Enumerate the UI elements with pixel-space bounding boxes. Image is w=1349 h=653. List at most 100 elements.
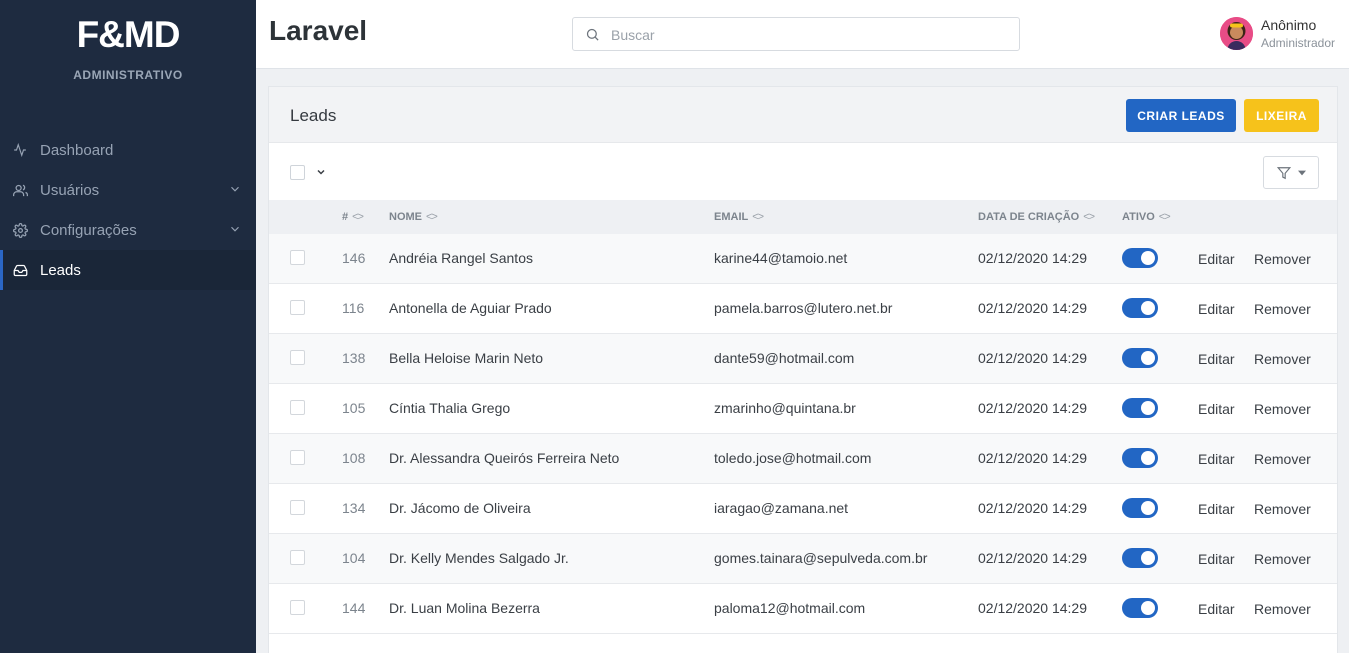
sidebar: F&MD ADMINISTRATIVO Dashboard Usuários C…	[0, 0, 256, 653]
column-header-active[interactable]: ATIVO <>	[1122, 211, 1171, 223]
active-toggle[interactable]	[1122, 448, 1158, 468]
search-box[interactable]	[572, 17, 1020, 51]
row-date: 02/12/2020 14:29	[978, 300, 1087, 316]
active-toggle[interactable]	[1122, 498, 1158, 518]
row-checkbox[interactable]	[290, 250, 305, 265]
row-checkbox[interactable]	[290, 300, 305, 315]
remove-link[interactable]: Remover	[1254, 501, 1311, 517]
row-date: 02/12/2020 14:29	[978, 450, 1087, 466]
filter-button[interactable]	[1263, 156, 1319, 189]
row-name: Dr. Kelly Mendes Salgado Jr.	[389, 550, 569, 566]
active-toggle[interactable]	[1122, 398, 1158, 418]
row-email: gomes.tainara@sepulveda.com.br	[714, 550, 928, 566]
active-toggle[interactable]	[1122, 598, 1158, 618]
row-email: pamela.barros@lutero.net.br	[714, 300, 893, 316]
leads-panel: Leads CRIAR LEADS LIXEIRA # <> NOME <> EMA…	[268, 86, 1338, 653]
sort-icon: <>	[1158, 211, 1171, 223]
table-body: 146 Andréia Rangel Santos karine44@tamoi…	[269, 234, 1337, 634]
search-icon	[585, 27, 600, 42]
row-id: 104	[342, 550, 366, 566]
table-row: 138 Bella Heloise Marin Neto dante59@hot…	[269, 334, 1337, 384]
row-date: 02/12/2020 14:29	[978, 350, 1087, 366]
row-id: 116	[342, 300, 365, 316]
row-checkbox[interactable]	[290, 500, 305, 515]
edit-link[interactable]: Editar	[1198, 251, 1235, 267]
row-id: 144	[342, 600, 366, 616]
row-id: 134	[342, 500, 366, 516]
table-row: 116 Antonella de Aguiar Prado pamela.bar…	[269, 284, 1337, 334]
top-header: Laravel Anônimo Administrador	[256, 0, 1349, 69]
remove-link[interactable]: Remover	[1254, 451, 1311, 467]
row-email: paloma12@hotmail.com	[714, 600, 866, 616]
user-name[interactable]: Anônimo	[1261, 17, 1316, 33]
edit-link[interactable]: Editar	[1198, 351, 1235, 367]
user-role: Administrador	[1261, 36, 1336, 50]
users-icon	[12, 182, 28, 198]
trash-button[interactable]: LIXEIRA	[1244, 99, 1319, 132]
column-header-name[interactable]: NOME <>	[389, 211, 438, 223]
sort-icon: <>	[1083, 211, 1095, 223]
row-checkbox[interactable]	[290, 400, 305, 415]
edit-link[interactable]: Editar	[1198, 501, 1235, 517]
column-header-id[interactable]: # <>	[342, 211, 364, 223]
row-date: 02/12/2020 14:29	[978, 500, 1087, 516]
sidebar-item-usuarios[interactable]: Usuários	[0, 170, 256, 210]
table-row: 146 Andréia Rangel Santos karine44@tamoi…	[269, 234, 1337, 284]
app-title: Laravel	[269, 15, 368, 46]
remove-link[interactable]: Remover	[1254, 601, 1311, 617]
remove-link[interactable]: Remover	[1254, 301, 1311, 317]
row-checkbox[interactable]	[290, 350, 305, 365]
row-name: Dr. Luan Molina Bezerra	[389, 600, 540, 616]
gear-icon	[12, 222, 28, 238]
edit-link[interactable]: Editar	[1198, 301, 1235, 317]
inbox-icon	[12, 262, 28, 278]
row-id: 105	[342, 400, 366, 416]
table-row: 134 Dr. Jácomo de Oliveira iaragao@zaman…	[269, 484, 1337, 534]
remove-link[interactable]: Remover	[1254, 251, 1311, 267]
row-date: 02/12/2020 14:29	[978, 250, 1087, 266]
row-email: dante59@hotmail.com	[714, 350, 855, 366]
table-header: # <> NOME <> EMAIL <> DATA DE CRIAÇÃO <> ATI…	[269, 200, 1337, 235]
edit-link[interactable]: Editar	[1198, 551, 1235, 567]
remove-link[interactable]: Remover	[1254, 401, 1311, 417]
row-id: 146	[342, 250, 366, 266]
sidebar-item-label: Dashboard	[40, 141, 114, 159]
active-toggle[interactable]	[1122, 248, 1158, 268]
row-name: Cíntia Thalia Grego	[389, 400, 511, 416]
panel-header: Leads CRIAR LEADS LIXEIRA	[269, 87, 1337, 143]
active-toggle[interactable]	[1122, 298, 1158, 318]
sidebar-item-label: Leads	[40, 261, 81, 279]
row-name: Bella Heloise Marin Neto	[389, 350, 544, 366]
row-id: 138	[342, 350, 366, 366]
row-email: toledo.jose@hotmail.com	[714, 450, 872, 466]
row-name: Andréia Rangel Santos	[389, 250, 533, 266]
active-toggle[interactable]	[1122, 548, 1158, 568]
row-email: karine44@tamoio.net	[714, 250, 848, 266]
row-checkbox[interactable]	[290, 550, 305, 565]
caret-down-icon	[1298, 170, 1306, 176]
chevron-down-icon[interactable]	[315, 165, 327, 177]
row-name: Antonella de Aguiar Prado	[389, 300, 552, 316]
row-checkbox[interactable]	[290, 450, 305, 465]
panel-title: Leads	[290, 106, 337, 125]
table-row: 108 Dr. Alessandra Queirós Ferreira Neto…	[269, 434, 1337, 484]
remove-link[interactable]: Remover	[1254, 351, 1311, 367]
column-header-email[interactable]: EMAIL <>	[714, 211, 764, 223]
sidebar-item-configuracoes[interactable]: Configurações	[0, 210, 256, 250]
select-all-checkbox[interactable]	[290, 165, 305, 180]
avatar[interactable]	[1220, 17, 1253, 50]
search-input[interactable]	[611, 24, 1011, 46]
edit-link[interactable]: Editar	[1198, 451, 1235, 467]
remove-link[interactable]: Remover	[1254, 551, 1311, 567]
edit-link[interactable]: Editar	[1198, 601, 1235, 617]
create-leads-button[interactable]: CRIAR LEADS	[1126, 99, 1236, 132]
row-checkbox[interactable]	[290, 600, 305, 615]
active-toggle[interactable]	[1122, 348, 1158, 368]
brand-logo[interactable]: F&MD	[0, 14, 256, 56]
brand-subtitle: ADMINISTRATIVO	[73, 68, 183, 82]
sidebar-item-dashboard[interactable]: Dashboard	[0, 130, 256, 170]
table-row: 105 Cíntia Thalia Grego zmarinho@quintan…	[269, 384, 1337, 434]
sidebar-item-leads[interactable]: Leads	[0, 250, 256, 290]
column-header-date[interactable]: DATA DE CRIAÇÃO <>	[978, 211, 1095, 223]
edit-link[interactable]: Editar	[1198, 401, 1235, 417]
